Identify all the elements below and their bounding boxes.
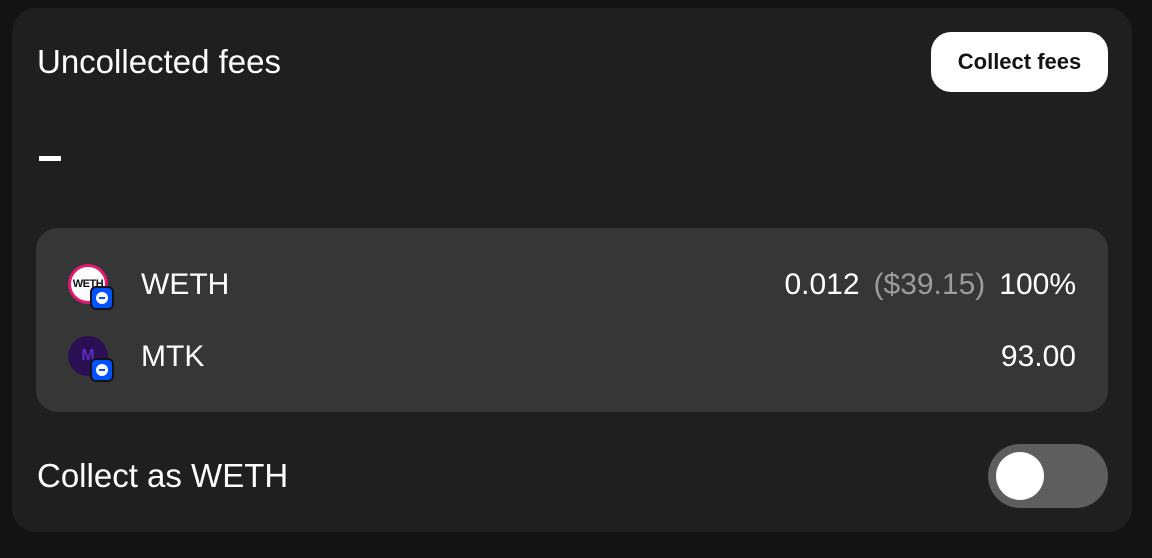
token-amounts: 0.012 ($39.15) 100% (784, 268, 1076, 302)
empty-value-dash (39, 155, 61, 161)
chain-badge-icon (90, 358, 114, 382)
token-fees-list: WETH WETH 0.012 ($39.15) 100% M MTK 93.00 (36, 228, 1108, 412)
uncollected-fees-card: Uncollected fees Collect fees WETH WETH … (12, 8, 1132, 532)
chain-badge-icon (90, 286, 114, 310)
collect-fees-button[interactable]: Collect fees (931, 32, 1108, 92)
token-row-mtk: M MTK 93.00 (36, 332, 1108, 382)
toggle-knob (996, 452, 1044, 500)
token-amounts: 93.00 (1001, 340, 1076, 374)
token-amount: 0.012 (784, 268, 860, 301)
token-symbol: WETH (141, 268, 230, 301)
token-usd-value: ($39.15) (873, 268, 986, 301)
uncollected-fees-title: Uncollected fees (37, 43, 281, 80)
token-percent: 100% (999, 268, 1076, 301)
fees-total-value (39, 136, 61, 176)
collect-as-weth-label: Collect as WETH (37, 457, 289, 494)
collect-as-weth-toggle[interactable] (988, 444, 1108, 508)
token-row-weth: WETH WETH 0.012 ($39.15) 100% (36, 260, 1108, 310)
token-amount: 93.00 (1000, 340, 1076, 373)
token-symbol: MTK (141, 340, 205, 373)
